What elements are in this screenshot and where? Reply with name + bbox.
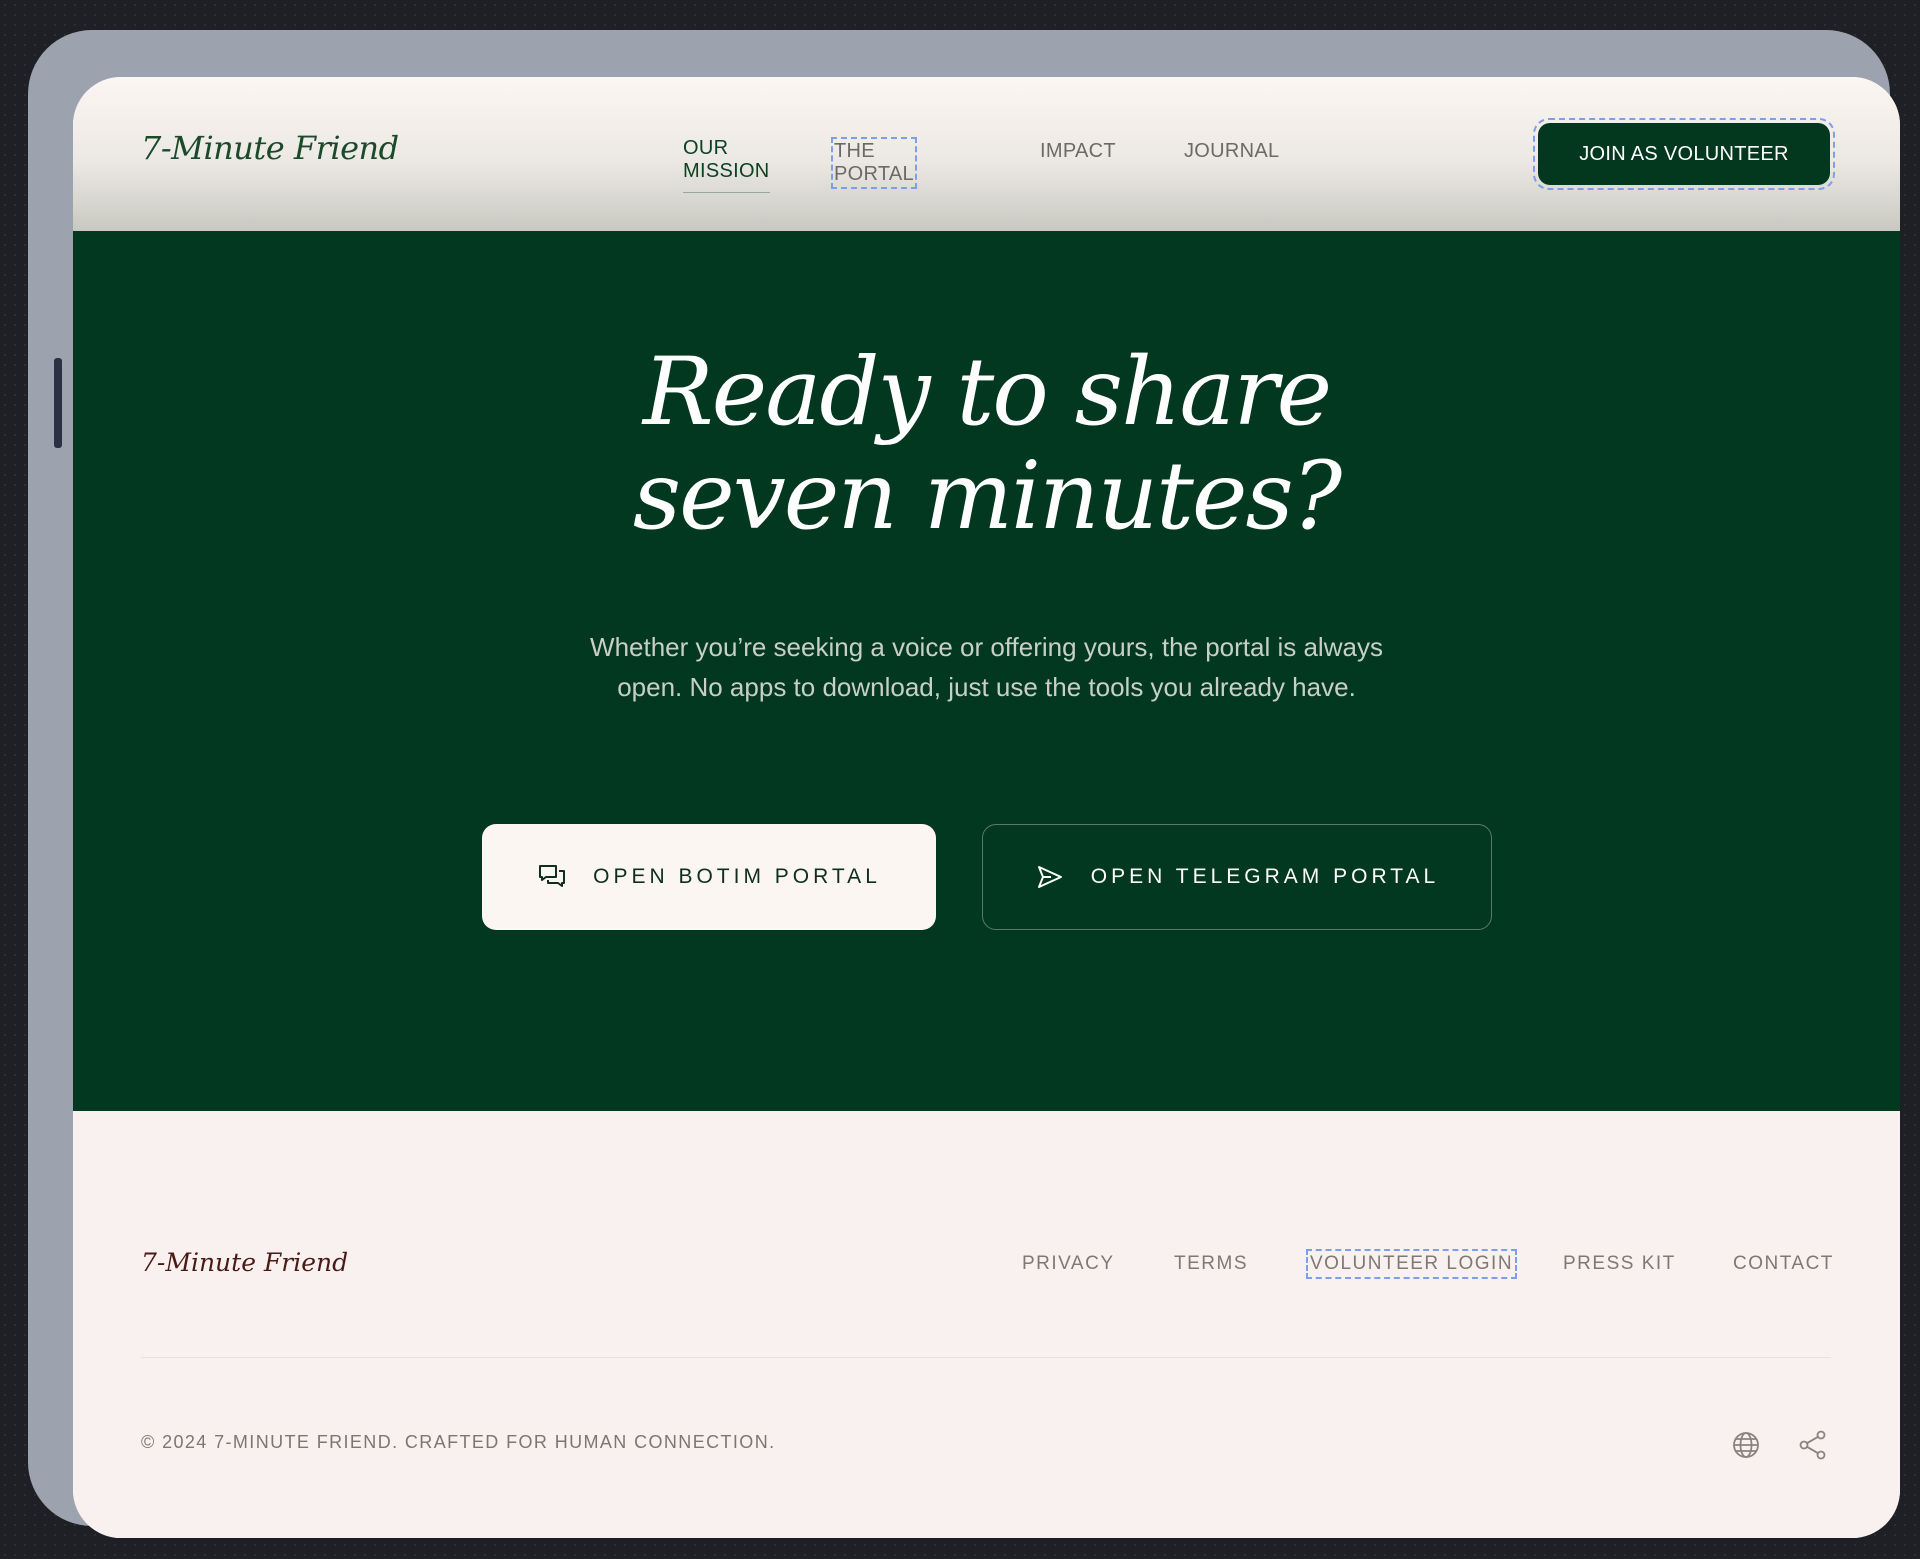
footer-brand[interactable]: 7-Minute Friend	[141, 1248, 348, 1277]
nav-the-portal[interactable]: THE PORTAL	[831, 137, 917, 189]
footer-divider	[141, 1357, 1831, 1358]
screen: 7-Minute Friend OUR MISSION THE PORTAL I…	[73, 77, 1900, 1538]
footer-link-terms[interactable]: TERMS	[1174, 1253, 1248, 1275]
hero-title: Ready to share seven minutes?	[73, 341, 1900, 549]
footer-link-press-kit[interactable]: PRESS KIT	[1563, 1253, 1676, 1275]
open-botim-portal-button[interactable]: OPEN BOTIM PORTAL	[482, 824, 936, 930]
telegram-button-label: OPEN TELEGRAM PORTAL	[1090, 865, 1440, 888]
nav-journal[interactable]: JOURNAL	[1184, 140, 1279, 163]
join-volunteer-button[interactable]: JOIN AS VOLUNTEER	[1538, 123, 1830, 185]
hero-title-line-2: seven minutes?	[632, 442, 1342, 551]
nav-our-mission[interactable]: OUR MISSION	[683, 137, 770, 193]
brand-logo[interactable]: 7-Minute Friend	[141, 129, 399, 167]
globe-icon[interactable]	[1730, 1429, 1762, 1461]
hero-title-line-1: Ready to share	[642, 338, 1332, 447]
nav-impact[interactable]: IMPACT	[1040, 140, 1116, 163]
site-header: 7-Minute Friend OUR MISSION THE PORTAL I…	[73, 77, 1900, 231]
send-icon	[1035, 862, 1065, 892]
device-side-button	[54, 358, 62, 448]
footer-link-privacy[interactable]: PRIVACY	[1022, 1253, 1115, 1275]
share-icon[interactable]	[1797, 1429, 1829, 1461]
footer-link-contact[interactable]: CONTACT	[1733, 1253, 1834, 1275]
open-telegram-portal-button[interactable]: OPEN TELEGRAM PORTAL	[982, 824, 1492, 930]
chat-bubbles-icon	[537, 862, 567, 892]
hero-subtitle: Whether you’re seeking a voice or offeri…	[590, 632, 1383, 702]
copyright-text: © 2024 7-MINUTE FRIEND. CRAFTED FOR HUMA…	[141, 1432, 776, 1452]
botim-button-label: OPEN BOTIM PORTAL	[593, 865, 881, 888]
site-footer: 7-Minute Friend PRIVACY TERMS VOLUNTEER …	[73, 1111, 1900, 1538]
hero-section: Ready to share seven minutes? Whether yo…	[73, 231, 1900, 1111]
footer-link-volunteer-login[interactable]: VOLUNTEER LOGIN	[1305, 1249, 1518, 1279]
join-focus-ring: JOIN AS VOLUNTEER	[1533, 118, 1835, 190]
device-frame: 7-Minute Friend OUR MISSION THE PORTAL I…	[28, 30, 1900, 1538]
